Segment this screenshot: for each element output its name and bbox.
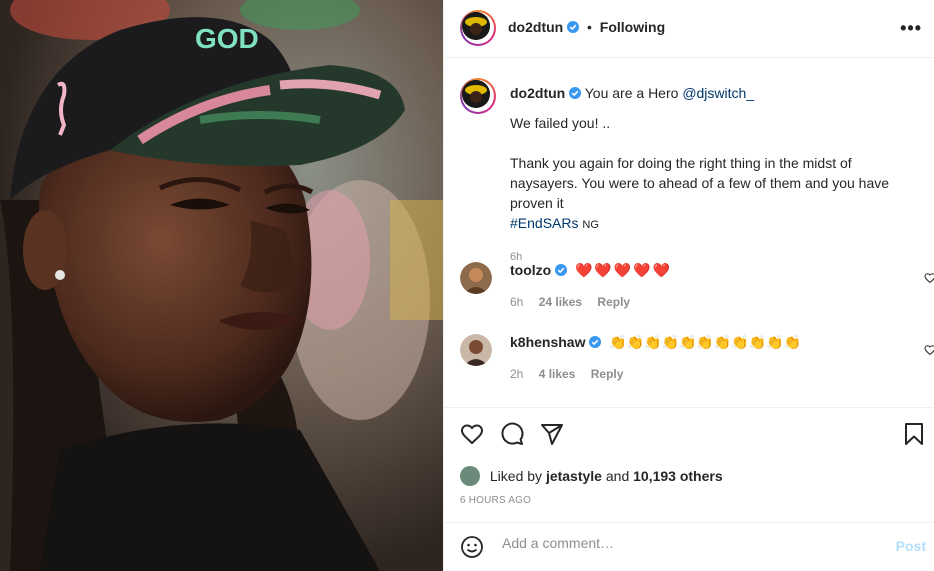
add-comment-bar: Post bbox=[444, 522, 934, 571]
svg-text:GOD: GOD bbox=[195, 23, 259, 54]
author-avatar[interactable] bbox=[460, 10, 496, 46]
caption-username[interactable]: do2dtun bbox=[510, 85, 565, 101]
liked-by-prefix: Liked by bbox=[489, 468, 543, 484]
caption-line-3: Thank you again for doing the right thin… bbox=[510, 155, 890, 211]
liker-username[interactable]: jetastyle bbox=[546, 468, 602, 484]
action-bar: Liked by jetastyle and 10,193 others 6 H… bbox=[444, 407, 934, 522]
more-options-icon[interactable]: ••• bbox=[900, 18, 922, 39]
following-button[interactable]: Following bbox=[600, 19, 665, 35]
mention-link[interactable]: @djswitch_ bbox=[682, 85, 754, 101]
comment-timestamp[interactable]: 6h bbox=[510, 295, 523, 309]
bookmark-icon[interactable] bbox=[902, 422, 926, 446]
instagram-post-view: GOD do2dtun • Following ••• do2dtun You … bbox=[0, 0, 934, 571]
caption-author-avatar[interactable] bbox=[460, 78, 496, 114]
comment-timestamp[interactable]: 2h bbox=[510, 367, 523, 381]
liked-by-and: and bbox=[605, 468, 630, 484]
comment-icon[interactable] bbox=[500, 422, 524, 446]
hashtag-link[interactable]: #EndSARs bbox=[510, 215, 578, 231]
post-photo[interactable]: GOD bbox=[0, 0, 443, 571]
commenter-username[interactable]: k8henshaw bbox=[510, 334, 585, 350]
reply-button[interactable]: Reply bbox=[597, 295, 630, 309]
hashtag-suffix: NG bbox=[582, 219, 599, 231]
likes-summary: Liked by jetastyle and 10,193 others bbox=[460, 466, 723, 486]
post-caption: do2dtun You are a Hero @djswitch_ We fai… bbox=[510, 83, 920, 267]
verified-badge-icon bbox=[555, 264, 568, 276]
post-details-panel: do2dtun • Following ••• do2dtun You are … bbox=[443, 0, 934, 571]
portrait-image: GOD bbox=[0, 0, 443, 571]
heart-icon[interactable] bbox=[460, 422, 484, 446]
commenter-avatar[interactable] bbox=[460, 334, 492, 366]
comment-heart-icon[interactable] bbox=[924, 272, 934, 284]
commenter-avatar[interactable] bbox=[460, 262, 492, 294]
commenter-username[interactable]: toolzo bbox=[510, 262, 551, 278]
comment-text: ❤️❤️❤️❤️❤️ bbox=[575, 262, 673, 278]
author-username[interactable]: do2dtun bbox=[508, 19, 563, 35]
likes-count[interactable]: 10,193 others bbox=[633, 468, 723, 484]
verified-badge-icon bbox=[567, 21, 580, 33]
comment-text: 👏👏👏👏👏👏👏👏👏👏👏 bbox=[609, 334, 802, 350]
smiley-icon[interactable] bbox=[460, 535, 484, 559]
verified-badge-icon bbox=[589, 336, 602, 348]
reply-button[interactable]: Reply bbox=[591, 367, 624, 381]
post-button[interactable]: Post bbox=[896, 538, 926, 554]
liker-avatar[interactable] bbox=[460, 466, 480, 486]
comment-likes[interactable]: 24 likes bbox=[539, 295, 582, 309]
post-header: do2dtun • Following ••• bbox=[444, 0, 934, 58]
post-age[interactable]: 6 HOURS AGO bbox=[460, 495, 531, 506]
comment-heart-icon[interactable] bbox=[924, 344, 934, 356]
caption-line-2: We failed you! .. bbox=[510, 115, 611, 131]
paper-plane-icon[interactable] bbox=[540, 422, 564, 446]
verified-badge-icon bbox=[569, 87, 582, 99]
separator-dot: • bbox=[587, 19, 592, 35]
caption-line-1: You are a Hero bbox=[584, 85, 679, 101]
comment-likes[interactable]: 4 likes bbox=[539, 367, 576, 381]
comment-input[interactable] bbox=[500, 534, 884, 552]
